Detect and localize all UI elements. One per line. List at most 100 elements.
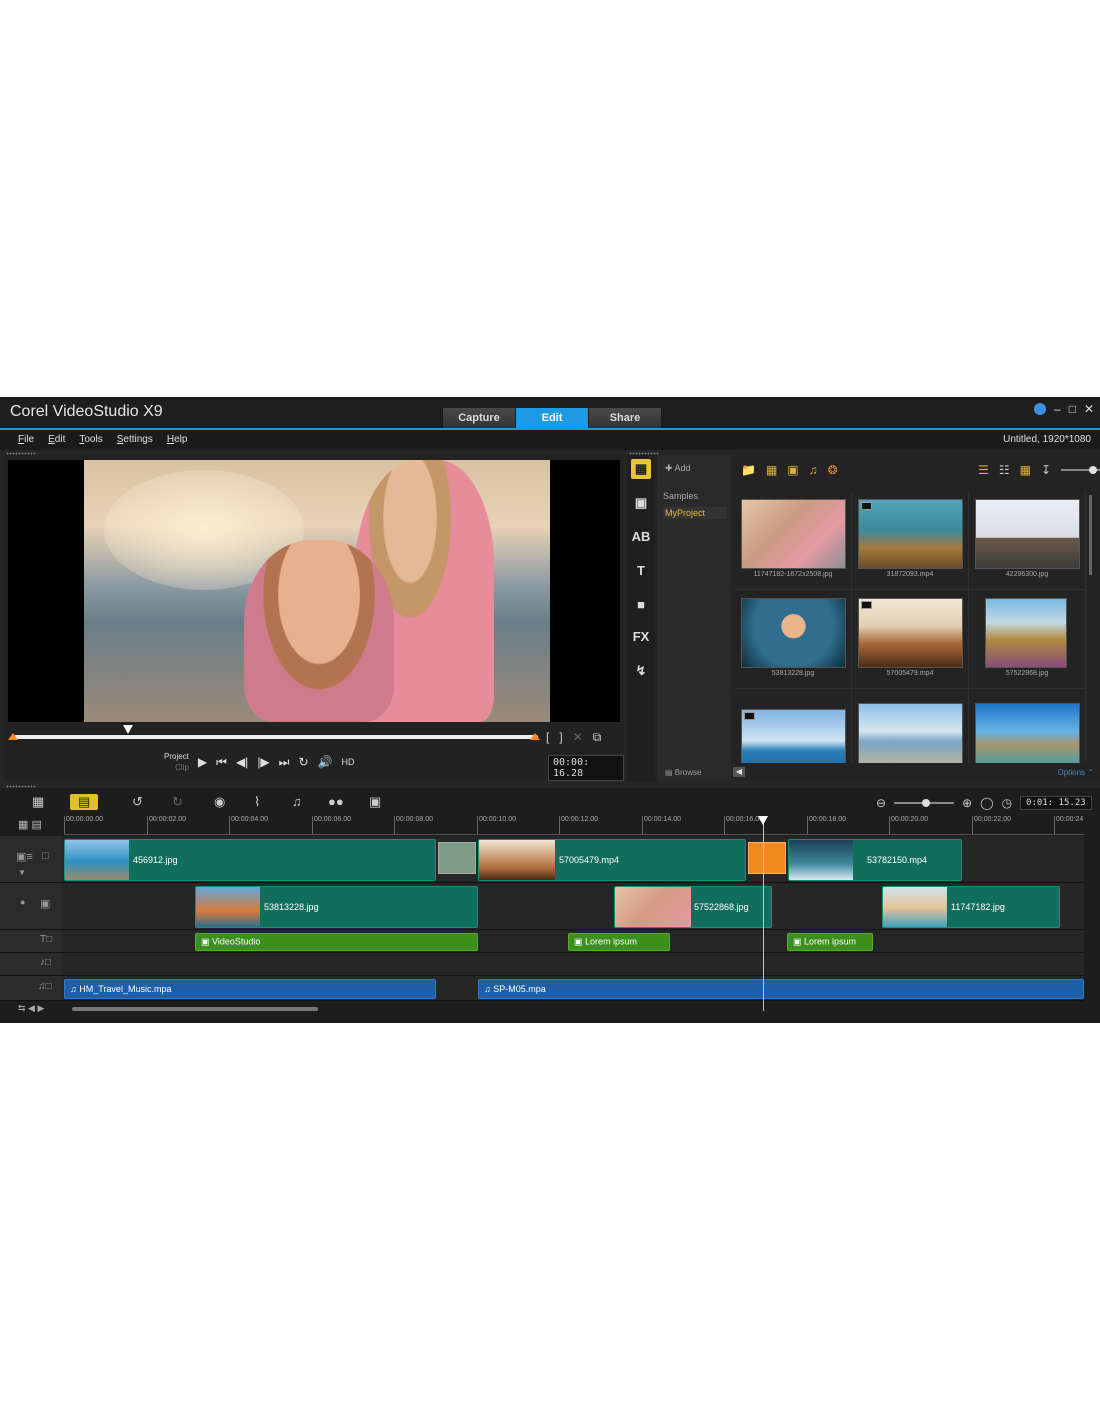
thumbnail-view-icon[interactable]: ▦ — [1020, 463, 1031, 477]
enlarge-preview-icon[interactable]: ⧉ — [593, 730, 602, 745]
music-track-icon[interactable]: ♫□ — [38, 981, 52, 992]
transition-icon[interactable]: AB — [631, 527, 651, 547]
overlay-clip[interactable]: 53813228.jpg — [195, 886, 478, 928]
voice-track-icon[interactable]: ♪□ — [40, 957, 51, 968]
zoom-out-icon[interactable]: ⊖ — [876, 796, 886, 810]
folder-myproject[interactable]: MyProject — [663, 507, 727, 519]
overlay-clip[interactable]: 57522868.jpg — [614, 886, 772, 928]
preview-timecode[interactable]: 00:00: 16.28 — [548, 755, 624, 781]
hd-preview-toggle[interactable]: HD — [342, 757, 355, 767]
folder-icon[interactable]: 📁 — [741, 463, 756, 477]
tab-capture[interactable]: Capture — [442, 408, 515, 428]
show-photos-icon[interactable]: ▣ — [787, 463, 798, 477]
fx-icon[interactable]: FX — [631, 627, 651, 647]
collapse-folders-icon[interactable]: ◀ — [733, 767, 745, 777]
menu-file[interactable]: File — [18, 434, 34, 445]
timeline-scrollbar[interactable] — [72, 1007, 318, 1011]
play-icon[interactable]: ▶ — [198, 755, 207, 769]
scrubber-handle[interactable] — [123, 725, 133, 734]
video-track-icon[interactable]: ▣≡ — [16, 850, 33, 863]
close-icon[interactable]: ✕ — [1084, 402, 1094, 416]
list-view-icon[interactable]: ☰ — [978, 463, 989, 477]
video-clip[interactable]: 53782150.mp4 — [788, 839, 962, 881]
fit-project-icon[interactable]: ◯ — [980, 796, 993, 810]
title-clip[interactable]: ▣ Lorem ipsum — [787, 933, 873, 951]
trim-start-marker[interactable] — [8, 733, 18, 740]
mark-out-icon[interactable]: ] — [559, 730, 562, 745]
video-clip[interactable]: 57005479.mp4 — [478, 839, 746, 881]
library-item[interactable] — [852, 689, 969, 763]
library-item[interactable] — [735, 689, 852, 763]
transition-clip[interactable] — [438, 842, 476, 874]
overlay-clip[interactable]: 11747182.jpg — [882, 886, 1060, 928]
globe-icon[interactable] — [1034, 403, 1046, 415]
scrubber-bar[interactable] — [14, 735, 538, 739]
menu-settings[interactable]: Settings — [117, 434, 153, 445]
library-item[interactable]: 31872093.mp4 — [852, 491, 969, 590]
graphic-icon[interactable]: ■ — [631, 595, 651, 615]
expand-icon[interactable]: ▼ — [18, 868, 26, 877]
browse-button[interactable]: ▤ Browse — [665, 768, 701, 777]
previous-frame-icon[interactable]: ◀| — [236, 755, 248, 769]
sort-icon[interactable]: ↧ — [1041, 463, 1051, 477]
library-item[interactable]: 53813228.jpg — [735, 590, 852, 689]
end-icon[interactable]: ⏭ — [279, 755, 290, 770]
show-audio-icon[interactable]: ♫ — [809, 463, 818, 477]
audio-clip[interactable]: ♫ HM_Travel_Music.mpa — [64, 979, 436, 999]
sound-mixer-icon[interactable]: ⌇ — [254, 794, 260, 810]
split-clip-icon[interactable]: ✕ — [573, 730, 583, 745]
time-ruler[interactable]: 00:00:00.00 00:00:02.00 00:00:04.00 00:0… — [64, 816, 1084, 835]
options-button[interactable]: Options ⌃ — [1057, 768, 1094, 777]
project-duration[interactable]: 0:01: 15.23 — [1020, 796, 1092, 810]
playhead-line[interactable] — [763, 816, 764, 1011]
menu-tools[interactable]: Tools — [79, 434, 102, 445]
title-icon[interactable]: T — [631, 561, 651, 581]
clip-mode-label[interactable]: Clip — [164, 762, 189, 773]
library-item[interactable]: 42296300.jpg — [969, 491, 1086, 590]
instant-project-icon[interactable]: ▣ — [631, 493, 651, 513]
redo-icon[interactable]: ↻ — [172, 794, 183, 810]
record-capture-icon[interactable]: ◉ — [214, 794, 225, 810]
title-track-icon[interactable]: T□ — [40, 934, 52, 945]
motion-tracking-icon[interactable]: ●● — [328, 794, 344, 809]
maximize-icon[interactable]: □ — [1069, 402, 1076, 416]
timeline-view-icon[interactable]: ▤ — [70, 794, 99, 810]
lock-icon[interactable]: ● — [20, 897, 25, 907]
volume-icon[interactable]: 🔊 — [318, 755, 333, 769]
path-icon[interactable]: ↯ — [631, 661, 651, 681]
zoom-slider[interactable] — [894, 799, 955, 807]
overlay-track-icon[interactable]: ▣ — [40, 897, 50, 910]
detail-view-icon[interactable]: ☷ — [999, 463, 1010, 477]
title-clip[interactable]: ▣ VideoStudio — [195, 933, 478, 951]
thumbnail-size-slider[interactable] — [1061, 466, 1100, 474]
media-icon[interactable]: ▦ — [631, 459, 651, 479]
ripple-icon[interactable]: □ — [42, 850, 49, 862]
minimize-icon[interactable]: – — [1054, 402, 1061, 416]
show-videos-icon[interactable]: ▦ — [766, 463, 777, 477]
next-frame-icon[interactable]: |▶ — [257, 755, 269, 769]
library-scrollbar[interactable] — [1089, 495, 1092, 575]
track-manager-icon[interactable]: ▦ ▤ — [18, 818, 42, 831]
library-item[interactable]: 57005479.mp4 — [852, 590, 969, 689]
online-icon[interactable]: ❂ — [828, 463, 838, 477]
menu-help[interactable]: Help — [167, 434, 188, 445]
transition-clip[interactable] — [748, 842, 786, 874]
folder-samples[interactable]: Samples — [663, 491, 698, 501]
menu-edit[interactable]: Edit — [48, 434, 65, 445]
mark-in-icon[interactable]: [ — [546, 730, 549, 745]
auto-music-icon[interactable]: ♫ — [292, 794, 302, 809]
tab-share[interactable]: Share — [588, 408, 661, 428]
title-clip[interactable]: ▣ Lorem ipsum — [568, 933, 670, 951]
library-item[interactable]: 57522868.jpg — [969, 590, 1086, 689]
project-mode-label[interactable]: Project — [164, 751, 189, 762]
zoom-in-icon[interactable]: ⊕ — [962, 796, 972, 810]
subtitle-editor-icon[interactable]: ▣ — [369, 794, 381, 810]
add-folder-button[interactable]: ✚ Add — [665, 463, 691, 474]
storyboard-view-icon[interactable]: ▦ — [32, 794, 44, 810]
trim-end-marker[interactable] — [530, 733, 540, 740]
library-item[interactable] — [969, 689, 1086, 763]
repeat-icon[interactable]: ↻ — [298, 755, 308, 769]
playhead-handle[interactable] — [758, 816, 768, 825]
tab-edit[interactable]: Edit — [515, 408, 588, 428]
audio-clip[interactable]: ♫ SP-M05.mpa — [478, 979, 1084, 999]
